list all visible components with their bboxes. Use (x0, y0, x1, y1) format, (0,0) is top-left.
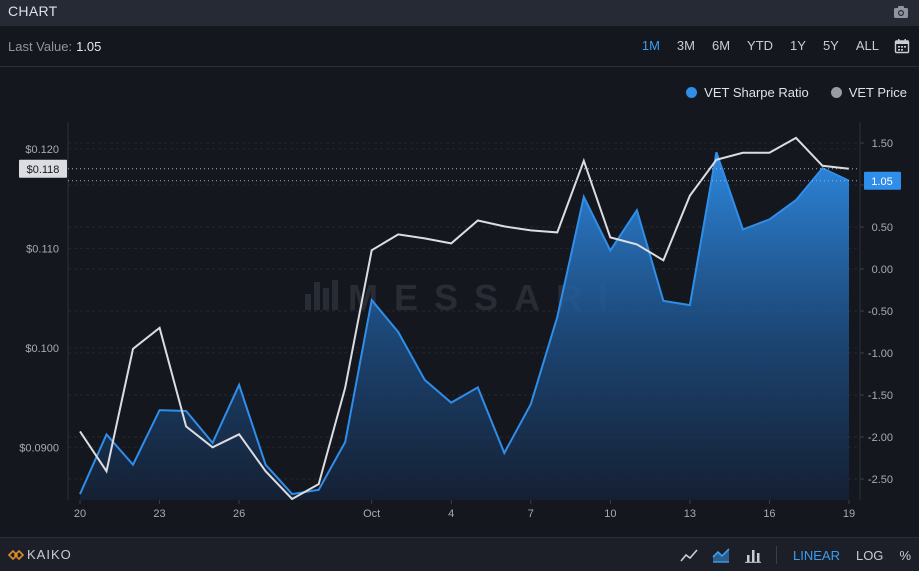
right-tick-label: -1.00 (868, 348, 893, 360)
chart-view-controls: LINEAR LOG % (666, 546, 911, 564)
chart-title: CHART (8, 3, 58, 19)
range-selector: 1M 3M 6M YTD 1Y 5Y ALL (625, 38, 879, 53)
right-tick-label: -2.00 (868, 432, 893, 444)
range-1y-button[interactable]: 1Y (790, 38, 806, 53)
range-6m-button[interactable]: 6M (712, 38, 730, 53)
left-tick-label: $0.100 (25, 343, 59, 355)
kaiko-brand: KAIKO (27, 547, 72, 562)
controls-divider (776, 546, 777, 564)
bar-chart-icon[interactable] (744, 547, 762, 563)
sharpe-last-value-label: 1.05 (871, 176, 892, 188)
last-value-label: Last Value: (8, 39, 73, 54)
range-3m-button[interactable]: 3M (677, 38, 695, 53)
left-tick-label: $0.120 (25, 144, 59, 156)
chart-footer: KAIKO LINEAR LOG % (0, 537, 919, 571)
x-tick-label: 10 (604, 508, 616, 520)
x-tick-label: 19 (843, 508, 855, 520)
range-5y-button[interactable]: 5Y (823, 38, 839, 53)
x-tick-label: Oct (363, 508, 380, 520)
log-scale-button[interactable]: LOG (856, 548, 883, 563)
x-tick-label: 16 (763, 508, 775, 520)
right-tick-label: 1.50 (872, 138, 893, 150)
kaiko-attribution: KAIKO (8, 547, 72, 562)
calendar-icon[interactable] (894, 38, 910, 54)
chart-toolbar: Last Value: 1.05 1M 3M 6M YTD 1Y 5Y ALL (0, 26, 919, 67)
x-tick-label: 4 (448, 508, 454, 520)
legend-dot-price (830, 87, 842, 98)
chart-header: CHART (0, 0, 919, 26)
camera-icon[interactable] (893, 4, 909, 20)
legend-label-price: VET Price (848, 85, 907, 100)
right-tick-label: -0.50 (868, 306, 893, 318)
last-value: Last Value: 1.05 (8, 39, 101, 54)
right-tick-label: -1.50 (868, 390, 893, 402)
legend-item-price[interactable]: VET Price (830, 85, 907, 100)
linear-scale-button[interactable]: LINEAR (793, 548, 840, 563)
kaiko-logo-icon (8, 549, 24, 560)
line-chart-icon[interactable] (680, 547, 698, 563)
x-tick-label: 13 (684, 508, 696, 520)
chart-legend: VET Sharpe Ratio VET Price (664, 85, 907, 100)
legend-label-sharpe: VET Sharpe Ratio (704, 85, 809, 100)
range-1m-button[interactable]: 1M (642, 38, 660, 53)
left-tick-label: $0.0900 (19, 442, 59, 454)
right-tick-label: 0.50 (872, 222, 893, 234)
x-tick-label: 23 (153, 508, 165, 520)
x-tick-label: 20 (74, 508, 86, 520)
range-ytd-button[interactable]: YTD (747, 38, 773, 53)
legend-dot-sharpe (686, 87, 698, 98)
legend-item-sharpe[interactable]: VET Sharpe Ratio (686, 85, 809, 100)
right-tick-label: 0.00 (872, 264, 893, 276)
range-all-button[interactable]: ALL (856, 38, 879, 53)
x-tick-label: 26 (233, 508, 245, 520)
left-tick-label: $0.110 (26, 243, 59, 255)
x-tick-label: 7 (528, 508, 534, 520)
price-last-value-label: $0.118 (27, 164, 60, 176)
right-tick-label: -2.50 (868, 474, 893, 486)
chart-plot: MESSARI 1.501.000.500.00-0.50-1.00-1.50-… (19, 122, 901, 520)
percent-scale-button[interactable]: % (899, 548, 911, 563)
last-value-number: 1.05 (76, 39, 102, 54)
area-chart-icon[interactable] (712, 547, 730, 563)
